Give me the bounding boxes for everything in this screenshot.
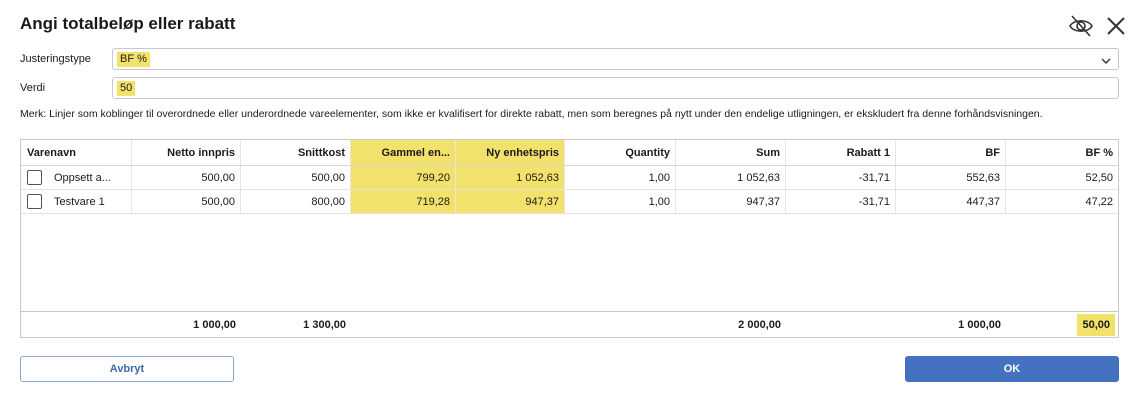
adjustment-type-select[interactable]: BF % <box>112 48 1119 70</box>
col-header-snittkost[interactable]: Snittkost <box>241 140 351 165</box>
info-note: Merk: Linjer som koblinger til overordne… <box>20 108 1043 120</box>
gammel-enhetspris-cell: 719,28 <box>351 190 456 213</box>
eye-slash-icon[interactable] <box>1068 13 1094 39</box>
adjustment-type-value: BF % <box>117 52 150 67</box>
total-sum: 2 000,00 <box>738 318 781 331</box>
total-bf: 1 000,00 <box>958 318 1001 331</box>
total-netto-innpris: 1 000,00 <box>193 318 236 331</box>
total-rabatt-1 <box>786 312 896 337</box>
value-input[interactable]: 50 <box>112 77 1119 99</box>
item-name: Oppsett a... <box>54 171 111 184</box>
preview-table: Varenavn Netto innpris Snittkost Gammel … <box>20 139 1119 338</box>
total-bf-percent: 50,00 <box>1077 313 1115 336</box>
bf-cell: 447,37 <box>896 190 1006 213</box>
quantity-cell: 1,00 <box>565 166 676 189</box>
total-ny-enhetspris <box>456 312 565 337</box>
col-header-sum[interactable]: Sum <box>676 140 786 165</box>
value-label: Verdi <box>20 82 46 94</box>
item-name-cell: Oppsett a... <box>21 166 132 189</box>
dialog-title: Angi totalbeløp eller rabatt <box>20 14 236 33</box>
ny-enhetspris-cell: 1 052,63 <box>456 166 565 189</box>
table-row[interactable]: Testvare 1 500,00 800,00 719,28 947,37 1… <box>21 190 1118 214</box>
sum-cell: 1 052,63 <box>676 166 786 189</box>
item-name-cell: Testvare 1 <box>21 190 132 213</box>
close-icon[interactable] <box>1103 13 1129 39</box>
row-checkbox[interactable] <box>27 170 42 185</box>
table-row[interactable]: Oppsett a... 500,00 500,00 799,20 1 052,… <box>21 166 1118 190</box>
sum-cell: 947,37 <box>676 190 786 213</box>
netto-innpris-cell: 500,00 <box>132 190 241 213</box>
rabatt-1-cell: -31,71 <box>786 166 896 189</box>
total-gammel-enhetspris <box>351 312 456 337</box>
adjustment-type-label: Justeringstype <box>20 53 91 65</box>
row-checkbox[interactable] <box>27 194 42 209</box>
quantity-cell: 1,00 <box>565 190 676 213</box>
cancel-button[interactable]: Avbryt <box>20 356 234 382</box>
col-header-ny-enhetspris[interactable]: Ny enhetspris <box>456 140 565 165</box>
snittkost-cell: 800,00 <box>241 190 351 213</box>
item-name: Testvare 1 <box>54 195 105 208</box>
col-header-varenavn[interactable]: Varenavn <box>21 140 132 165</box>
total-bf-percent-cell: 50,00 <box>1006 312 1118 337</box>
total-snittkost: 1 300,00 <box>303 318 346 331</box>
table-totals-row: 1 000,00 1 300,00 2 000,00 1 000,00 50,0… <box>21 311 1118 337</box>
value-input-text: 50 <box>117 81 136 96</box>
total-quantity <box>565 312 676 337</box>
ok-button[interactable]: OK <box>905 356 1119 382</box>
snittkost-cell: 500,00 <box>241 166 351 189</box>
gammel-enhetspris-cell: 799,20 <box>351 166 456 189</box>
table-header-row: Varenavn Netto innpris Snittkost Gammel … <box>21 140 1118 166</box>
col-header-gammel-enhetspris[interactable]: Gammel en... <box>351 140 456 165</box>
bf-cell: 552,63 <box>896 166 1006 189</box>
col-header-bf[interactable]: BF <box>896 140 1006 165</box>
chevron-down-icon <box>1100 54 1112 66</box>
netto-innpris-cell: 500,00 <box>132 166 241 189</box>
bf-percent-cell: 47,22 <box>1085 195 1113 208</box>
bf-percent-cell: 52,50 <box>1085 171 1113 184</box>
ny-enhetspris-cell: 947,37 <box>456 190 565 213</box>
col-header-netto-innpris[interactable]: Netto innpris <box>132 140 241 165</box>
total-varenavn <box>21 312 132 337</box>
col-header-bf-percent[interactable]: BF % <box>1006 140 1118 165</box>
rabatt-1-cell: -31,71 <box>786 190 896 213</box>
col-header-rabatt-1[interactable]: Rabatt 1 <box>786 140 896 165</box>
col-header-quantity[interactable]: Quantity <box>565 140 676 165</box>
